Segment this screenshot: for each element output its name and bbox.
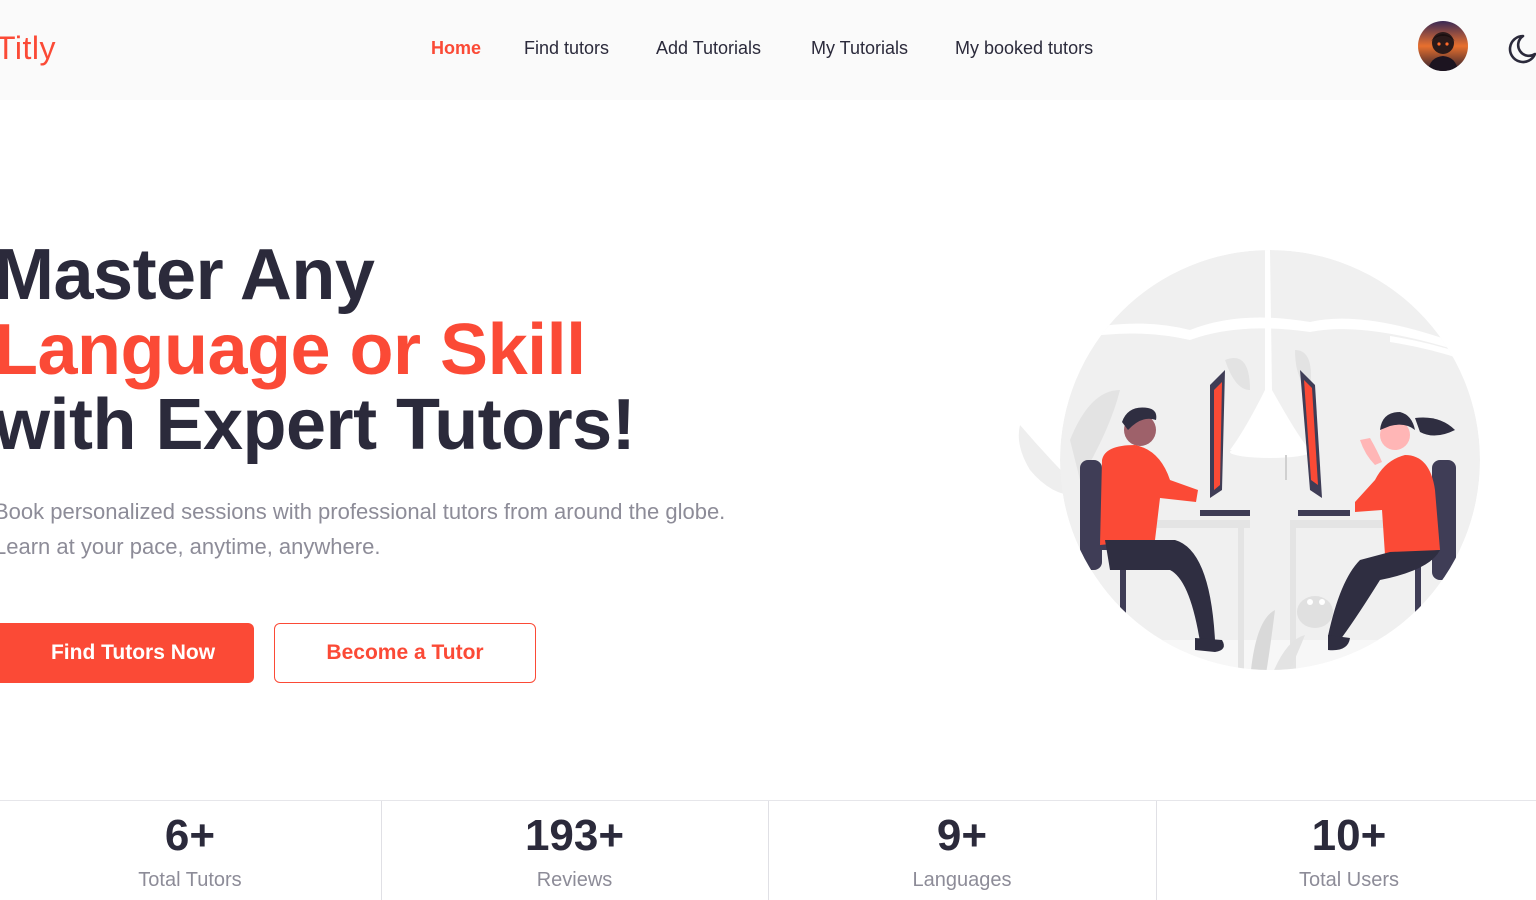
hero-illustration (1010, 240, 1490, 680)
nav-my-tutorials-link[interactable]: My Tutorials (811, 38, 908, 59)
stat-languages: 9+ Languages (769, 801, 1155, 900)
stat-label: Languages (912, 869, 1012, 891)
hero-subtitle-line-1: Book personalized sessions with professi… (0, 499, 726, 524)
moon-icon (1508, 34, 1536, 64)
theme-toggle[interactable] (1503, 32, 1536, 66)
stat-label: Total Tutors (138, 869, 242, 891)
navbar: Titly Home Find tutors Add Tutorials My … (0, 0, 1536, 100)
stat-total-tutors: 6+ Total Tutors (0, 801, 380, 900)
find-tutors-now-button[interactable]: Find Tutors Now (0, 623, 254, 683)
avatar-image-icon (1418, 21, 1468, 71)
hero-title-line-2: Language or Skill (0, 310, 586, 390)
nav-my-booked-tutors-link[interactable]: My booked tutors (955, 38, 1093, 59)
stat-value: 10+ (1311, 811, 1387, 860)
hero-title-line-1: Master Any (0, 235, 375, 315)
stat-label: Reviews (536, 869, 613, 891)
stat-value: 6+ (164, 811, 216, 860)
stat-label: Total Users (1298, 869, 1400, 891)
main-nav: Home Find tutors Add Tutorials My Tutori… (0, 38, 1536, 62)
hero-subtitle-line-2: Learn at your pace, anytime, anywhere. (0, 534, 381, 559)
hero-subtitle: Book personalized sessions with professi… (0, 494, 874, 564)
hero-title-line-3: with Expert Tutors! (0, 385, 636, 465)
two-people-at-computers-illustration (1018, 250, 1480, 670)
stat-reviews: 193+ Reviews (382, 801, 767, 900)
nav-find-tutors-link[interactable]: Find tutors (524, 38, 609, 59)
become-a-tutor-button[interactable]: Become a Tutor (274, 623, 536, 683)
nav-home-link[interactable]: Home (431, 38, 481, 59)
stat-total-users: 10+ Total Users (1157, 801, 1536, 900)
nav-add-tutorials-link[interactable]: Add Tutorials (656, 38, 761, 59)
user-avatar[interactable] (1418, 21, 1468, 71)
stat-value: 193+ (524, 811, 625, 860)
hero-title: Master Any Language or Skill with Expert… (0, 235, 636, 465)
stats-bar: 6+ Total Tutors 193+ Reviews 9+ Language… (0, 800, 1536, 900)
stat-value: 9+ (936, 811, 988, 860)
